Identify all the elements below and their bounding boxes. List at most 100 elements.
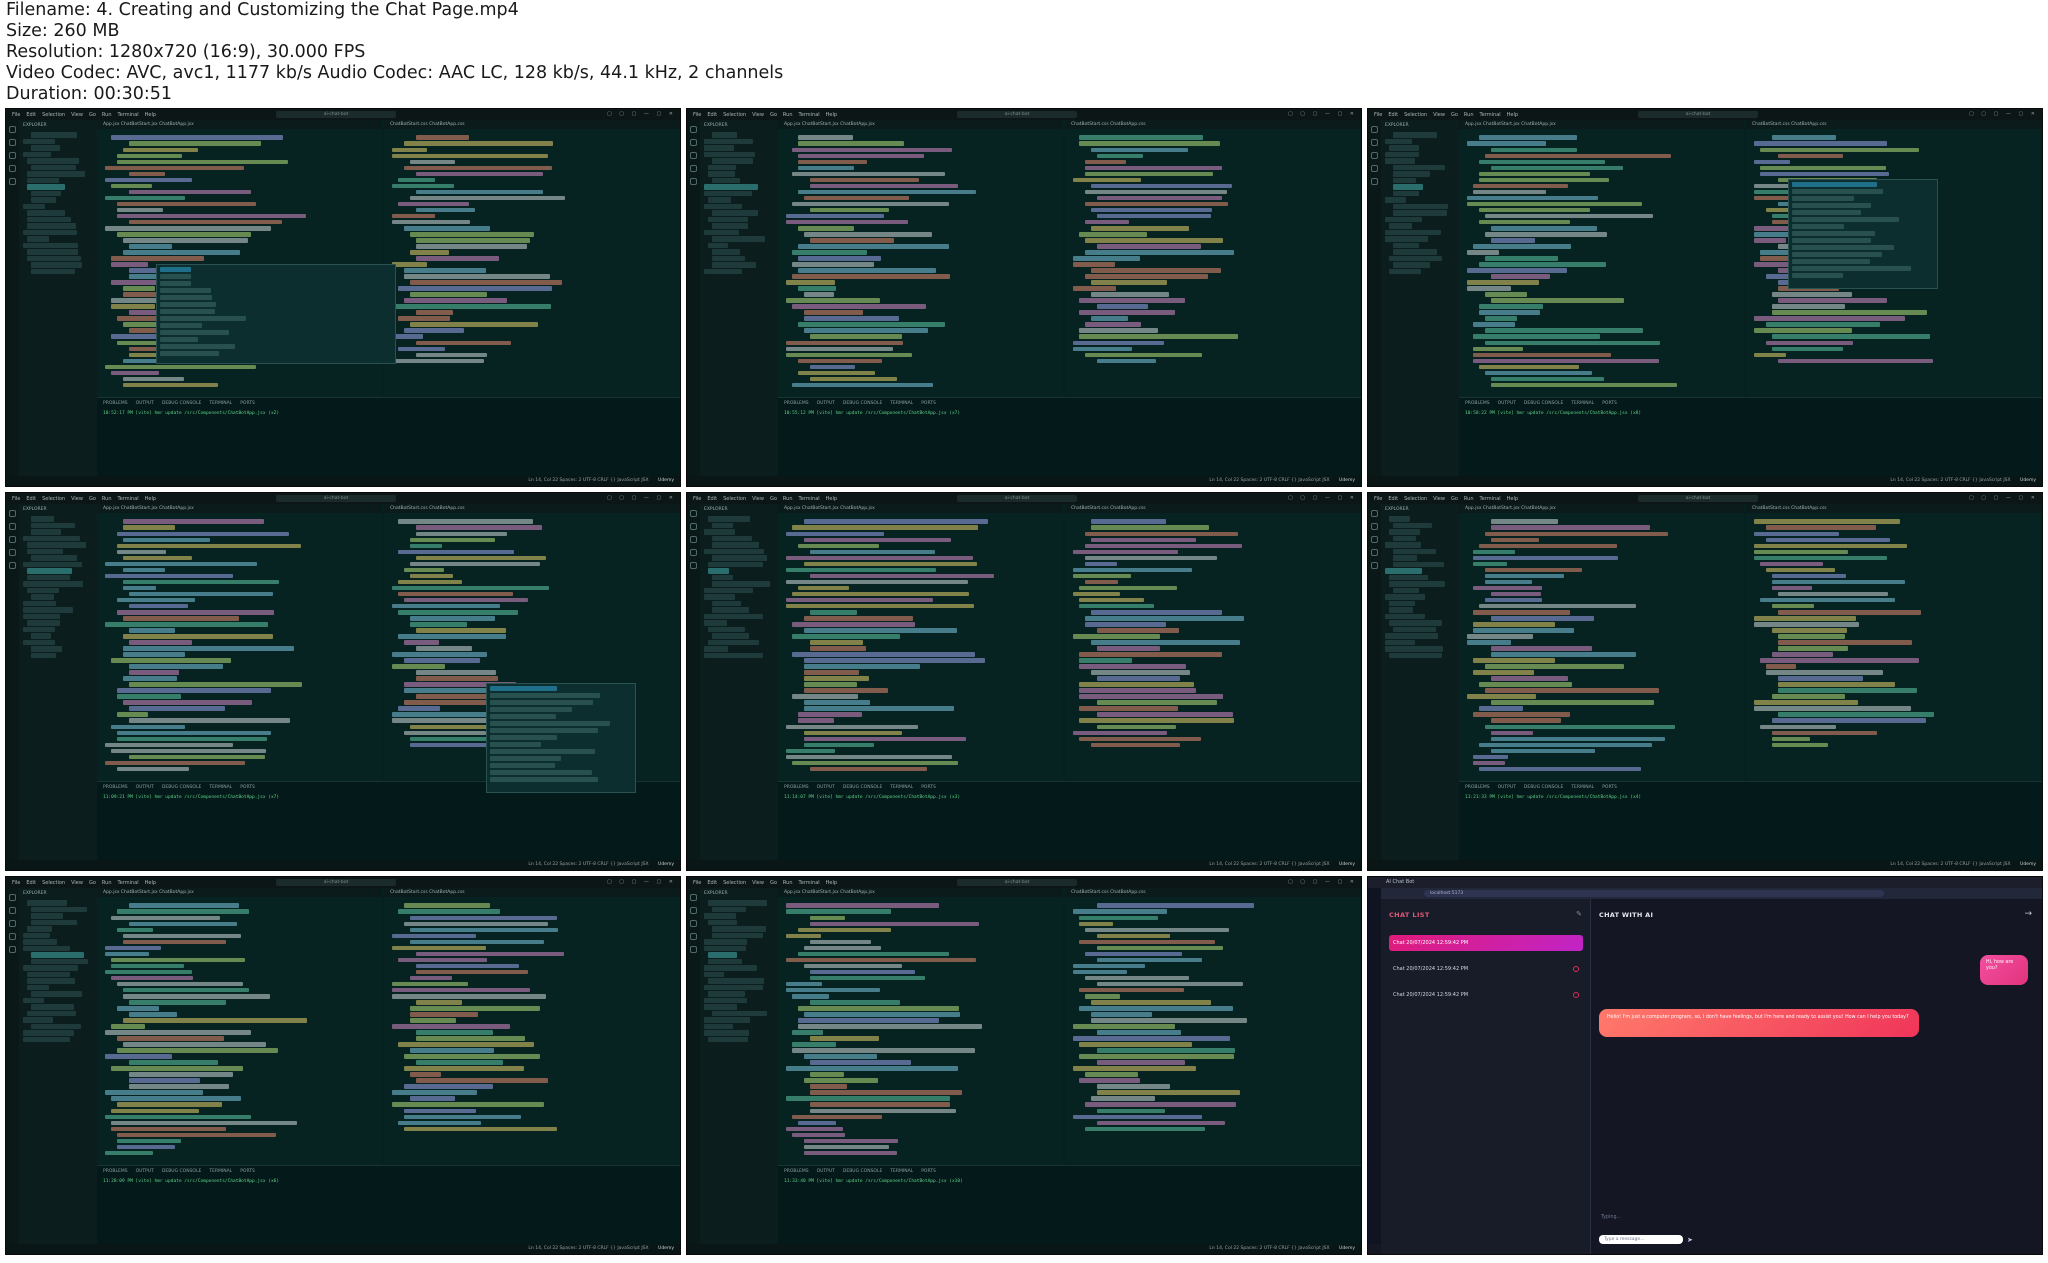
suggestion-item[interactable] xyxy=(160,337,198,342)
editor-tabs-left[interactable]: App.jsx ChatBotStart.jsx ChatBotApp.jsx xyxy=(97,888,382,897)
files-icon[interactable] xyxy=(1371,510,1378,517)
file-tree-item[interactable] xyxy=(704,190,752,196)
menu-item-selection[interactable]: Selection xyxy=(723,112,746,118)
file-tree-item[interactable] xyxy=(712,210,759,216)
suggestion-item[interactable] xyxy=(1792,238,1871,243)
file-tree-item[interactable] xyxy=(1385,613,1425,619)
file-tree-item[interactable] xyxy=(27,984,50,990)
file-tree-item[interactable] xyxy=(31,652,57,658)
file-tree-item[interactable] xyxy=(31,268,76,274)
file-tree-item[interactable] xyxy=(704,945,747,951)
file-tree-item[interactable] xyxy=(712,574,734,580)
file-tree-item[interactable] xyxy=(708,919,737,925)
run-debug-icon[interactable] xyxy=(1371,165,1378,172)
file-tree-item[interactable] xyxy=(23,581,83,587)
file-tree-item[interactable] xyxy=(704,529,735,535)
menu-item-help[interactable]: Help xyxy=(1507,112,1518,118)
menu-item-view[interactable]: View xyxy=(71,880,83,886)
terminal-tab[interactable]: DEBUG CONSOLE xyxy=(843,1169,882,1174)
menu-item-go[interactable]: Go xyxy=(89,112,96,118)
file-tree-item[interactable] xyxy=(27,249,79,255)
menu-item-help[interactable]: Help xyxy=(826,112,837,118)
file-tree-item[interactable] xyxy=(1393,184,1423,190)
search-icon[interactable] xyxy=(1371,523,1378,530)
file-tree-item[interactable] xyxy=(1385,236,1428,242)
command-search-input[interactable]: ai-chat-bot xyxy=(276,111,396,118)
suggestion-item[interactable] xyxy=(490,721,610,726)
file-tree-item[interactable] xyxy=(1385,633,1439,639)
terminal-tabs[interactable]: PROBLEMS OUTPUT DEBUG CONSOLE TERMINAL PORTS xyxy=(1459,398,2042,409)
file-tree-item[interactable] xyxy=(27,177,59,183)
file-tree-item[interactable] xyxy=(712,158,753,164)
terminal-tab[interactable]: PROBLEMS xyxy=(1465,401,1490,406)
extensions-icon[interactable] xyxy=(9,946,16,953)
activity-bar[interactable] xyxy=(687,504,700,860)
menu-item-file[interactable]: File xyxy=(1374,112,1382,118)
file-tree-item[interactable] xyxy=(31,197,56,203)
file-tree-item[interactable] xyxy=(31,529,62,535)
files-icon[interactable] xyxy=(9,126,16,133)
file-tree-item[interactable] xyxy=(27,236,50,242)
file-tree-item[interactable] xyxy=(708,171,736,177)
editor-tabs-left[interactable]: App.jsx ChatBotStart.jsx ChatBotApp.jsx xyxy=(97,504,382,513)
run-debug-icon[interactable] xyxy=(1371,549,1378,556)
suggestion-item[interactable] xyxy=(160,309,216,314)
file-tree-item[interactable] xyxy=(1389,620,1442,626)
css-editor[interactable]: ChatBotStart.css ChatBotApp.css xyxy=(1065,504,1361,780)
suggestion-item[interactable] xyxy=(1792,273,1844,278)
file-tree-item[interactable] xyxy=(31,190,62,196)
file-tree-item[interactable] xyxy=(1385,151,1419,157)
command-search-input[interactable]: ai-chat-bot xyxy=(1638,111,1758,118)
terminal-tab[interactable]: PORTS xyxy=(921,401,936,406)
window-controls[interactable]: ▢ ▢ ▢ — ▢ ✕ xyxy=(1288,879,1357,885)
terminal-panel[interactable]: PROBLEMS OUTPUT DEBUG CONSOLE TERMINAL PORTS… xyxy=(778,397,1361,476)
extensions-icon[interactable] xyxy=(690,178,697,185)
terminal-tab[interactable]: DEBUG CONSOLE xyxy=(1524,401,1563,406)
menu-item-edit[interactable]: Edit xyxy=(1388,112,1398,118)
menu-item-edit[interactable]: Edit xyxy=(26,496,36,502)
file-tree-item[interactable] xyxy=(1393,132,1437,138)
files-icon[interactable] xyxy=(690,126,697,133)
source-control-icon[interactable] xyxy=(690,152,697,159)
file-tree-item[interactable] xyxy=(704,151,755,157)
file-tree-item[interactable] xyxy=(23,939,57,945)
menu-item-file[interactable]: File xyxy=(693,112,701,118)
css-editor[interactable]: ChatBotStart.css ChatBotApp.css xyxy=(1746,504,2042,780)
file-tree-item[interactable] xyxy=(27,568,73,574)
file-tree-item[interactable] xyxy=(1389,145,1420,151)
file-tree-item[interactable] xyxy=(23,535,80,541)
terminal-tabs[interactable]: PROBLEMS OUTPUT DEBUG CONSOLE TERMINAL PORTS xyxy=(97,1166,680,1177)
suggestion-item[interactable] xyxy=(1792,210,1862,215)
autocomplete-popup[interactable] xyxy=(486,683,636,793)
search-icon[interactable] xyxy=(690,523,697,530)
file-tree-item[interactable] xyxy=(712,600,742,606)
file-tree-item[interactable] xyxy=(23,242,78,248)
source-control-icon[interactable] xyxy=(1371,536,1378,543)
menu-item-edit[interactable]: Edit xyxy=(707,880,717,886)
menu-item-view[interactable]: View xyxy=(1433,496,1445,502)
file-tree-item[interactable] xyxy=(1393,249,1438,255)
file-tree-item[interactable] xyxy=(27,223,77,229)
file-tree-item[interactable] xyxy=(31,145,61,151)
menu-item-view[interactable]: View xyxy=(71,112,83,118)
menu-item-view[interactable]: View xyxy=(71,496,83,502)
file-tree-item[interactable] xyxy=(1393,535,1416,541)
suggestion-item[interactable] xyxy=(490,735,557,740)
terminal-tabs[interactable]: PROBLEMS OUTPUT DEBUG CONSOLE TERMINAL PORTS xyxy=(778,1166,1361,1177)
file-tree-item[interactable] xyxy=(27,548,63,554)
autocomplete-popup[interactable] xyxy=(156,264,396,364)
extensions-icon[interactable] xyxy=(9,562,16,569)
command-search-input[interactable]: ai-chat-bot xyxy=(276,495,396,502)
file-tree-item[interactable] xyxy=(1393,587,1420,593)
suggestion-item[interactable] xyxy=(490,707,572,712)
file-tree-item[interactable] xyxy=(27,1010,76,1016)
command-search-input[interactable]: ai-chat-bot xyxy=(957,495,1077,502)
editor-menu-bar[interactable]: File Edit Selection View Go Run Terminal Help xyxy=(1374,496,1524,502)
file-tree-item[interactable] xyxy=(27,926,52,932)
suggestion-item[interactable] xyxy=(490,686,557,691)
file-tree-item[interactable] xyxy=(23,639,55,645)
menu-item-go[interactable]: Go xyxy=(770,496,777,502)
file-tree-item[interactable] xyxy=(1393,262,1431,268)
file-tree-item[interactable] xyxy=(31,516,55,522)
menu-item-view[interactable]: View xyxy=(752,880,764,886)
